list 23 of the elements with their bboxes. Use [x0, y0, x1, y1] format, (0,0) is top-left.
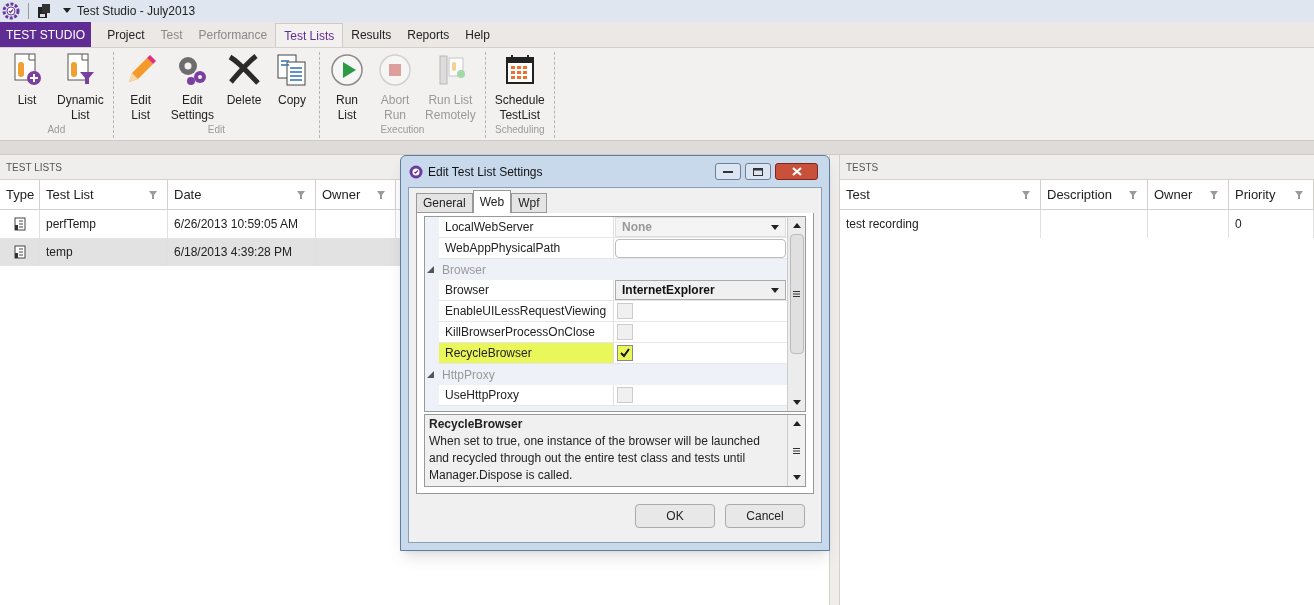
ribbon-group-label: Add: [47, 124, 66, 136]
property-name: KillBrowserProcessOnClose: [439, 322, 614, 342]
property-name: LocalWebServer: [439, 217, 614, 237]
category-label: Browser: [442, 261, 486, 279]
property-name: EnableUILessRequestViewing: [439, 301, 614, 321]
category-label: HttpProxy: [442, 366, 495, 384]
ribbon-group-label: Scheduling: [495, 124, 545, 136]
table-cell: 0: [1229, 210, 1314, 238]
table-cell: 6/18/2013 4:39:28 PM: [168, 238, 316, 266]
property-name: UseHttpProxy: [439, 385, 614, 405]
property-name: RecycleBrowser: [439, 343, 614, 363]
property-name: WebAppPhysicalPath: [439, 238, 614, 258]
window-title: Test Studio - July2013: [77, 3, 196, 20]
dialog-title: Edit Test List Settings: [428, 163, 543, 181]
description-title: RecycleBrowser: [429, 416, 524, 433]
panel-title: TEST LISTS: [6, 160, 62, 175]
table-cell: test recording: [840, 210, 1041, 238]
table-cell: temp: [40, 238, 168, 266]
property-name: Browser: [439, 280, 614, 300]
ribbon-group-label: Edit: [207, 124, 225, 136]
description-text: When set to true, one instance of the browser will be launched and recycled through out the entire test class and tests until Manager.Dispose is called.: [429, 433, 761, 484]
panel-title: TESTS: [846, 160, 879, 175]
ribbon-group-label: Execution: [380, 124, 425, 136]
